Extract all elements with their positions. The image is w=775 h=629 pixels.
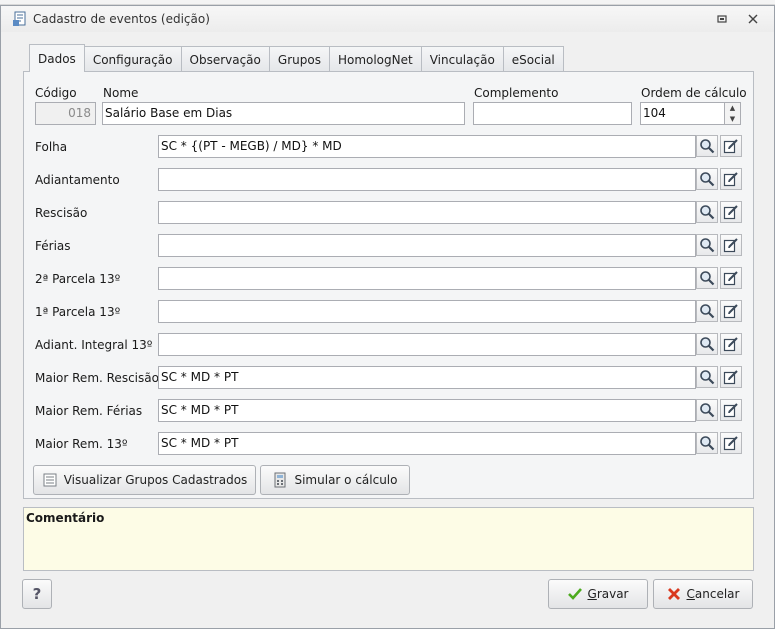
edit-icon[interactable] xyxy=(720,201,742,223)
tab-dados[interactable]: Dados xyxy=(29,44,85,72)
edit-icon[interactable] xyxy=(720,366,742,388)
search-icon[interactable] xyxy=(696,366,718,388)
search-icon[interactable] xyxy=(696,300,718,322)
help-button[interactable]: ? xyxy=(22,579,52,609)
app-icon xyxy=(13,11,26,26)
close-icon[interactable] xyxy=(746,12,760,26)
dialog-window: Cadastro de eventos (edição) Dados Confi… xyxy=(0,5,775,629)
edit-icon[interactable] xyxy=(720,168,742,190)
simular-calculo-button[interactable]: Simular o cálculo xyxy=(260,465,410,495)
formula-label-adiantamento: Adiantamento xyxy=(35,173,120,187)
edit-icon[interactable] xyxy=(720,333,742,355)
formula-label-maior-rem-rescisao: Maior Rem. Rescisão xyxy=(35,371,159,385)
search-icon[interactable] xyxy=(696,234,718,256)
formula-label-maior-rem-ferias: Maior Rem. Férias xyxy=(35,404,143,418)
tab-esocial[interactable]: eSocial xyxy=(503,46,564,72)
edit-icon[interactable] xyxy=(720,135,742,157)
calculator-icon xyxy=(274,472,286,488)
tab-vinculacao[interactable]: Vinculação xyxy=(421,46,504,72)
cancel-x-icon xyxy=(667,588,680,600)
formula-label-2-parcela-13: 2ª Parcela 13º xyxy=(35,272,121,286)
list-icon xyxy=(43,473,57,487)
formula-label-ferias: Férias xyxy=(35,239,71,253)
gravar-label: Gravar xyxy=(587,587,629,601)
tab-homolognet[interactable]: HomologNet xyxy=(329,46,422,72)
formula-label-folha: Folha xyxy=(35,140,68,154)
nome-label: Nome xyxy=(103,86,139,100)
window-title: Cadastro de eventos (edição) xyxy=(33,12,210,26)
formula-field-adiantamento[interactable] xyxy=(158,168,696,191)
simular-calculo-label: Simular o cálculo xyxy=(294,473,398,487)
edit-icon[interactable] xyxy=(720,300,742,322)
gravar-button[interactable]: Gravar xyxy=(548,579,648,609)
dados-panel: Código 018 Nome Salário Base em Dias Com… xyxy=(23,71,754,499)
tab-observacao[interactable]: Observação xyxy=(181,46,270,72)
search-icon[interactable] xyxy=(696,399,718,421)
ordem-calculo-label: Ordem de cálculo xyxy=(641,86,747,100)
edit-icon[interactable] xyxy=(720,399,742,421)
search-icon[interactable] xyxy=(696,168,718,190)
visualizar-grupos-label: Visualizar Grupos Cadastrados xyxy=(63,473,248,487)
edit-icon[interactable] xyxy=(720,432,742,454)
search-icon[interactable] xyxy=(696,432,718,454)
formula-field-maior-rem-rescisao[interactable]: SC * MD * PT xyxy=(158,366,696,389)
comment-box[interactable]: Comentário xyxy=(23,507,754,571)
codigo-label: Código xyxy=(35,86,77,100)
formula-field-adiant-integral-13[interactable] xyxy=(158,333,696,356)
formula-label-maior-rem-13: Maior Rem. 13º xyxy=(35,437,128,451)
restore-icon[interactable] xyxy=(715,12,729,26)
search-icon[interactable] xyxy=(696,201,718,223)
search-icon[interactable] xyxy=(696,135,718,157)
formula-label-1-parcela-13: 1ª Parcela 13º xyxy=(35,305,121,319)
spin-down-icon[interactable]: ▼ xyxy=(725,114,740,125)
tab-configuracao[interactable]: Configuração xyxy=(84,46,182,72)
formula-field-maior-rem-13[interactable]: SC * MD * PT xyxy=(158,432,696,455)
formula-field-maior-rem-ferias[interactable]: SC * MD * PT xyxy=(158,399,696,422)
formula-field-1-parcela-13[interactable] xyxy=(158,300,696,323)
complemento-label: Complemento xyxy=(474,86,559,100)
comment-label: Comentário xyxy=(26,511,105,525)
nome-field[interactable]: Salário Base em Dias xyxy=(102,102,465,125)
edit-icon[interactable] xyxy=(720,234,742,256)
tab-bar: Dados Configuração Observação Grupos Hom… xyxy=(29,44,564,72)
title-bar: Cadastro de eventos (edição) xyxy=(1,6,774,32)
formula-label-rescisao: Rescisão xyxy=(35,206,88,220)
formula-field-ferias[interactable] xyxy=(158,234,696,257)
checkmark-icon xyxy=(567,588,582,600)
cancelar-button[interactable]: Cancelar xyxy=(653,579,753,609)
cancelar-label: Cancelar xyxy=(686,587,740,601)
search-icon[interactable] xyxy=(696,267,718,289)
help-label: ? xyxy=(32,585,42,603)
formula-field-2-parcela-13[interactable] xyxy=(158,267,696,290)
edit-icon[interactable] xyxy=(720,267,742,289)
formula-field-rescisao[interactable] xyxy=(158,201,696,224)
complemento-field[interactable] xyxy=(473,102,632,125)
codigo-field: 018 xyxy=(35,102,96,125)
ordem-calculo-spinner[interactable]: ▲ ▼ xyxy=(725,102,741,125)
formula-field-folha[interactable]: SC * {(PT - MEGB) / MD} * MD xyxy=(158,135,696,158)
ordem-calculo-field[interactable]: 104 xyxy=(640,102,725,125)
visualizar-grupos-button[interactable]: Visualizar Grupos Cadastrados xyxy=(33,465,256,495)
search-icon[interactable] xyxy=(696,333,718,355)
tab-grupos[interactable]: Grupos xyxy=(269,46,330,72)
formula-label-adiant-integral-13: Adiant. Integral 13º xyxy=(35,338,153,352)
spin-up-icon[interactable]: ▲ xyxy=(725,103,740,114)
